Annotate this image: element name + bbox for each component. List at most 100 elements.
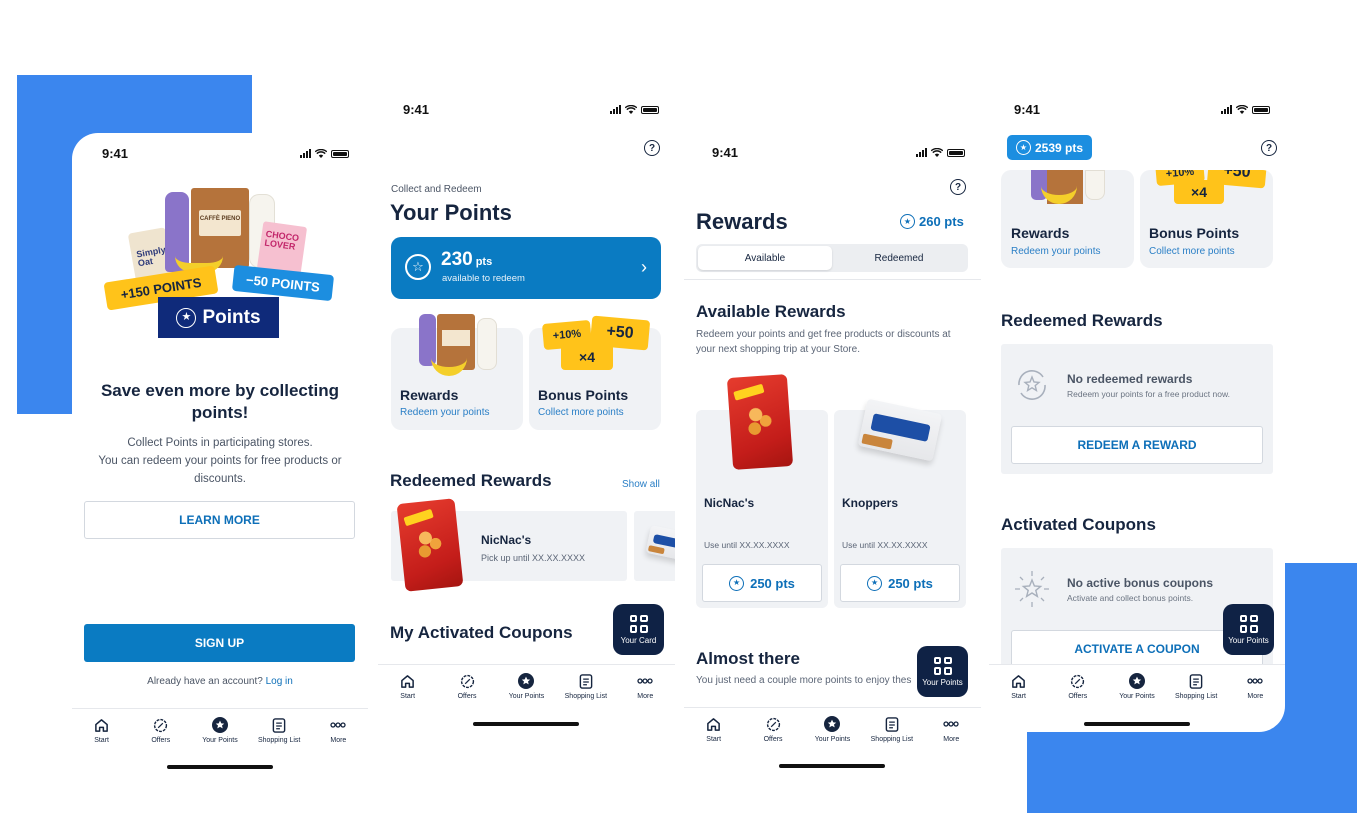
status-time: 9:41 bbox=[102, 146, 129, 161]
your-points-button[interactable]: Your Points bbox=[1223, 604, 1274, 655]
tab-start[interactable]: Start bbox=[990, 673, 1048, 700]
points-value: 230 bbox=[441, 249, 473, 270]
tab-more[interactable]: More bbox=[309, 717, 367, 744]
signal-icon bbox=[916, 148, 927, 157]
phone-screen-points-overview: 9:41 Rewards Redeem your points +10% +50… bbox=[989, 90, 1285, 732]
home-icon bbox=[94, 717, 110, 733]
bonus-points-card[interactable]: +10% +50 ×4 Bonus Points Collect more po… bbox=[1140, 170, 1273, 268]
bonus-sub: Collect more points bbox=[1149, 246, 1235, 257]
redeemed-reward-item[interactable]: NicNac's Pick up until XX.XX.XXXX bbox=[391, 498, 627, 592]
empty-sub: Activate and collect bonus points. bbox=[1067, 593, 1194, 603]
tab-more[interactable]: More bbox=[922, 716, 980, 743]
tab-shopping-list[interactable]: Shopping List bbox=[863, 716, 921, 743]
available-rewards-desc: Redeem your points and get free products… bbox=[696, 329, 951, 355]
battery-icon bbox=[947, 148, 965, 157]
product-choco: CHOCO LOVER bbox=[256, 221, 308, 275]
login-link[interactable]: Log in bbox=[266, 676, 293, 687]
product-image-nicnacs bbox=[396, 498, 464, 592]
segment-available[interactable]: Available bbox=[698, 246, 832, 270]
signal-icon bbox=[300, 149, 311, 158]
tab-offers[interactable]: Offers bbox=[744, 716, 802, 743]
redeem-250-button[interactable]: ★ 250 pts bbox=[840, 564, 960, 602]
hero-illustration: Simply Oat CAFFÈ PIENO CHOCO LOVER +150 … bbox=[103, 188, 335, 338]
status-time: 9:41 bbox=[1014, 102, 1041, 117]
tab-start[interactable]: Start bbox=[73, 717, 131, 744]
page-title: Your Points bbox=[390, 200, 512, 225]
tab-shopping-list[interactable]: Shopping List bbox=[557, 673, 615, 700]
tab-start[interactable]: Start bbox=[685, 716, 743, 743]
points-unit: pts bbox=[475, 256, 493, 268]
help-icon[interactable]: ? bbox=[644, 140, 660, 156]
product-image-knoppers bbox=[857, 398, 943, 462]
refresh-star-icon bbox=[1011, 364, 1053, 406]
offers-icon bbox=[153, 717, 169, 733]
home-icon bbox=[400, 673, 416, 689]
available-rewards-title: Available Rewards bbox=[696, 302, 846, 321]
rewards-card[interactable]: Rewards Redeem your points bbox=[391, 314, 523, 430]
home-indicator bbox=[779, 764, 885, 768]
segment-redeemed[interactable]: Redeemed bbox=[832, 246, 966, 270]
phone-screen-your-points: 9:41 ? Collect and Redeem Your Points ☆ … bbox=[378, 90, 675, 740]
tab-your-points[interactable]: Your Points bbox=[497, 673, 555, 700]
tab-more[interactable]: More bbox=[616, 673, 674, 700]
tab-start[interactable]: Start bbox=[379, 673, 437, 700]
tab-more[interactable]: More bbox=[1226, 673, 1284, 700]
redeemed-reward-item-next[interactable] bbox=[634, 511, 675, 581]
reward-card-knoppers[interactable]: Knoppers Use until XX.XX.XXXX ★ 250 pts bbox=[834, 398, 966, 608]
tab-your-points[interactable]: Your Points bbox=[1108, 673, 1166, 700]
almost-there-title: Almost there bbox=[696, 649, 800, 668]
tab-bar: Start Offers Your Points Shopping List M… bbox=[684, 707, 981, 743]
help-icon[interactable]: ? bbox=[1261, 140, 1277, 156]
eyebrow-label: Collect and Redeem bbox=[391, 184, 482, 195]
battery-icon bbox=[641, 105, 659, 114]
tab-your-points[interactable]: Your Points bbox=[803, 716, 861, 743]
learn-more-button[interactable]: LEARN MORE bbox=[84, 501, 355, 539]
list-icon bbox=[884, 716, 900, 732]
your-card-button[interactable]: Your Card bbox=[613, 604, 664, 655]
reward-name: NicNac's bbox=[704, 496, 755, 510]
bonus-tag-multiplier: ×4 bbox=[561, 344, 613, 370]
wifi-icon bbox=[1236, 105, 1248, 114]
help-icon[interactable]: ? bbox=[950, 179, 966, 195]
your-points-button[interactable]: Your Points bbox=[917, 646, 968, 697]
tab-bar: Start Offers Your Points Shopping List M… bbox=[378, 664, 675, 700]
product-bananas bbox=[431, 356, 467, 376]
activated-coupons-title: Activated Coupons bbox=[1001, 515, 1156, 534]
show-all-link[interactable]: Show all bbox=[622, 479, 660, 490]
more-icon bbox=[1247, 673, 1263, 689]
redeem-reward-button[interactable]: REDEEM A REWARD bbox=[1011, 426, 1263, 464]
redeem-250-button[interactable]: ★ 250 pts bbox=[702, 564, 822, 602]
star-icon: ★ bbox=[176, 307, 197, 328]
list-icon bbox=[1188, 673, 1204, 689]
home-icon bbox=[706, 716, 722, 732]
home-icon bbox=[1011, 673, 1027, 689]
minus-points-tag: −50 POINTS bbox=[231, 264, 335, 302]
points-sub: available to redeem bbox=[442, 273, 525, 284]
rewards-card[interactable]: Rewards Redeem your points bbox=[1001, 170, 1134, 268]
more-icon bbox=[637, 673, 653, 689]
more-icon bbox=[330, 717, 346, 733]
points-balance-card[interactable]: ☆ 230 pts available to redeem › bbox=[391, 237, 661, 299]
reward-card-nicnacs[interactable]: NicNac's Use until XX.XX.XXXX ★ 250 pts bbox=[696, 374, 828, 608]
star-icon: ★ bbox=[900, 214, 915, 229]
home-indicator bbox=[1084, 722, 1190, 726]
tab-offers[interactable]: Offers bbox=[438, 673, 496, 700]
bonus-points-card[interactable]: +10% +50 ×4 Bonus Points Collect more po… bbox=[529, 315, 661, 430]
offers-icon bbox=[459, 673, 475, 689]
tab-shopping-list[interactable]: Shopping List bbox=[250, 717, 308, 744]
points-balance-chip[interactable]: ★ 2539 pts bbox=[1007, 135, 1093, 160]
sign-up-button[interactable]: SIGN UP bbox=[84, 624, 355, 662]
list-icon bbox=[271, 717, 287, 733]
tab-offers[interactable]: Offers bbox=[1049, 673, 1107, 700]
redeemed-empty-state: No redeemed rewards Redeem your points f… bbox=[1001, 344, 1273, 474]
offers-icon bbox=[765, 716, 781, 732]
wifi-icon bbox=[931, 148, 943, 157]
tab-shopping-list[interactable]: Shopping List bbox=[1167, 673, 1225, 700]
rewards-title: Rewards bbox=[1011, 225, 1070, 241]
tab-offers[interactable]: Offers bbox=[132, 717, 190, 744]
tab-your-points[interactable]: Your Points bbox=[191, 717, 249, 744]
qr-code-icon bbox=[1239, 614, 1258, 633]
status-icons bbox=[610, 105, 659, 114]
product-cream bbox=[1085, 170, 1105, 200]
tab-bar: Start Offers Your Points Shopping List M… bbox=[989, 664, 1285, 700]
